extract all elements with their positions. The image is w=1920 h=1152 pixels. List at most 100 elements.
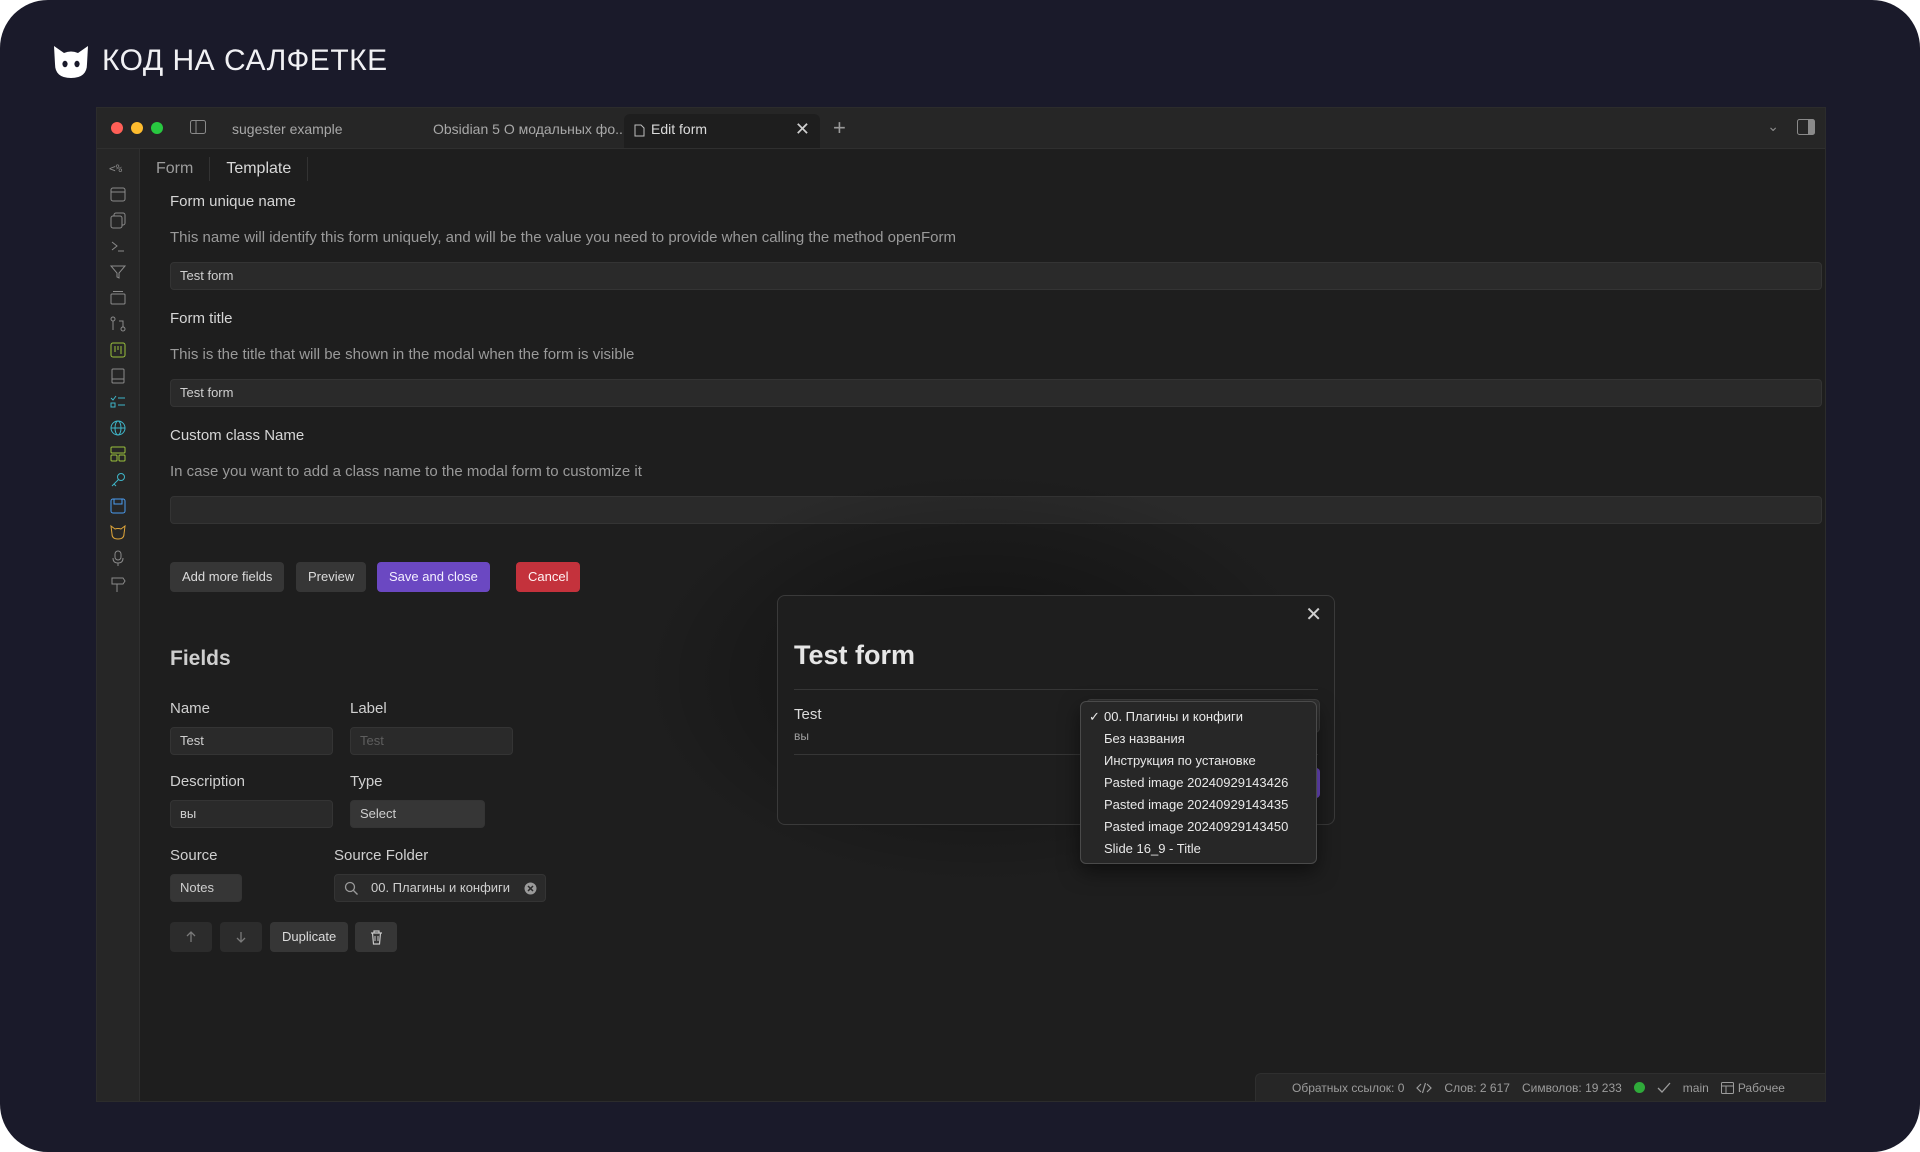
modal-field-label: Test: [794, 706, 822, 723]
ribbon: <%: [97, 149, 140, 1101]
fields-heading: Fields: [170, 647, 231, 670]
maximize-window-button[interactable]: [151, 122, 163, 134]
cat-logo-icon: [54, 46, 88, 78]
obsidian-window: sugester example Obsidian 5 О модальных …: [96, 107, 1826, 1102]
dropdown-option[interactable]: ✓ 00. Плагины и конфиги: [1081, 706, 1316, 728]
tab-sugester-example[interactable]: sugester example: [232, 114, 422, 144]
close-window-button[interactable]: [111, 122, 123, 134]
dropdown-option[interactable]: Slide 16_9 - Title: [1081, 838, 1316, 860]
dropdown-option[interactable]: Инструкция по установке: [1081, 750, 1316, 772]
custom-class-description: In case you want to add a class name to …: [170, 463, 642, 480]
kanban-icon[interactable]: [108, 340, 128, 360]
source-folder-value: 00. Плагины и конфиги: [371, 880, 511, 895]
tab-edit-form[interactable]: Edit form ✕: [624, 114, 820, 148]
code-icon: [1416, 1082, 1433, 1093]
svg-text:<%: <%: [109, 162, 123, 175]
move-down-button[interactable]: [220, 922, 262, 952]
terminal-icon[interactable]: [108, 236, 128, 256]
layers-icon[interactable]: [108, 288, 128, 308]
clear-icon[interactable]: [524, 882, 537, 895]
cat-plugin-icon[interactable]: [108, 522, 128, 542]
add-more-fields-button[interactable]: Add more fields: [170, 562, 285, 592]
field-source-select[interactable]: Notes: [170, 874, 242, 902]
field-name-label: Name: [170, 700, 211, 717]
signpost-icon[interactable]: [108, 574, 128, 594]
tab-template[interactable]: Template: [226, 157, 309, 181]
close-tab-icon[interactable]: ✕: [795, 114, 810, 144]
promo-frame: КОД НА САЛФЕТКЕ sugester example Obsidia…: [0, 0, 1920, 1152]
form-name-input[interactable]: Test form: [170, 262, 1822, 290]
tab-edit-form-label: Edit form: [651, 121, 708, 137]
char-count: Символов: 19 233: [1521, 1080, 1622, 1095]
field-type-label: Type: [350, 773, 383, 790]
word-count: Слов: 2 617: [1444, 1080, 1510, 1095]
field-source-folder-input[interactable]: 00. Плагины и конфиги: [334, 874, 546, 902]
preview-button[interactable]: Preview: [296, 562, 367, 592]
backlinks-count[interactable]: Обратных ссылок: 0: [1292, 1081, 1404, 1095]
brand-name: КОД НА САЛФЕТКЕ: [102, 44, 388, 77]
right-sidebar-toggle-icon[interactable]: [1797, 119, 1815, 135]
git-compare-icon[interactable]: [108, 314, 128, 334]
layout-icon[interactable]: [108, 444, 128, 464]
checkmark-icon: ✓: [1089, 709, 1100, 724]
tab-obsidian-modal[interactable]: Obsidian 5 О модальных фо...: [433, 114, 623, 144]
field-description-label: Description: [170, 773, 246, 790]
form-title-input[interactable]: Test form: [170, 379, 1822, 407]
dropdown-option[interactable]: Pasted image 20240929143435: [1081, 794, 1316, 816]
form-name-label: Form unique name: [170, 193, 296, 210]
filter-icon[interactable]: [108, 262, 128, 282]
book-icon[interactable]: [108, 366, 128, 386]
field-source-label: Source: [170, 847, 218, 864]
arrow-up-icon: [186, 931, 196, 942]
move-up-button[interactable]: [170, 922, 212, 952]
trash-icon: [370, 930, 382, 945]
copy-icon[interactable]: [108, 210, 128, 230]
microphone-icon[interactable]: [108, 548, 128, 568]
git-branch[interactable]: main: [1683, 1081, 1709, 1095]
dropdown-option[interactable]: Без названия: [1081, 728, 1316, 750]
field-description-input[interactable]: вы: [170, 800, 333, 828]
custom-class-label: Custom class Name: [170, 427, 305, 444]
templater-icon[interactable]: <%: [108, 158, 128, 178]
arrow-down-icon: [236, 932, 246, 943]
field-name-input[interactable]: Test: [170, 727, 333, 755]
tab-list-chevron-icon[interactable]: ⌄: [1767, 118, 1779, 135]
dropdown-option[interactable]: Pasted image 20240929143450: [1081, 816, 1316, 838]
globe-icon[interactable]: [108, 418, 128, 438]
modal-divider: [794, 689, 1318, 690]
checkmark-icon: [1657, 1082, 1671, 1093]
field-label-label: Label: [350, 700, 387, 717]
save-icon[interactable]: [108, 496, 128, 516]
modal-field-description: вы: [794, 729, 809, 743]
field-label-input[interactable]: Test: [350, 727, 513, 755]
workspace[interactable]: Рабочее: [1720, 1080, 1785, 1095]
form-name-description: This name will identify this form unique…: [170, 229, 956, 246]
tasks-icon[interactable]: [108, 392, 128, 412]
cancel-button[interactable]: Cancel: [516, 562, 581, 592]
form-title-description: This is the title that will be shown in …: [170, 346, 635, 363]
calendar-icon[interactable]: [108, 184, 128, 204]
modal-close-icon[interactable]: ✕: [1305, 602, 1322, 627]
dropdown-option[interactable]: Pasted image 20240929143426: [1081, 772, 1316, 794]
field-type-select[interactable]: Select: [350, 800, 485, 828]
sync-status-icon[interactable]: [1633, 1082, 1645, 1093]
field-source-folder-label: Source Folder: [334, 847, 429, 864]
select-dropdown: ✓ 00. Плагины и конфиги Без названия Инс…: [1080, 701, 1317, 864]
titlebar: sugester example Obsidian 5 О модальных …: [97, 108, 1825, 149]
editor-subtabs: Form Template: [156, 157, 324, 181]
dropdown-option-label: 00. Плагины и конфиги: [1104, 709, 1244, 724]
duplicate-button[interactable]: Duplicate: [270, 922, 349, 952]
modal-title: Test form: [794, 640, 916, 670]
search-icon: [344, 881, 358, 895]
save-and-close-button[interactable]: Save and close: [377, 562, 490, 592]
workspace-label: Рабочее: [1737, 1080, 1785, 1095]
brand: КОД НА САЛФЕТКЕ: [50, 40, 388, 82]
new-tab-button[interactable]: +: [833, 114, 846, 142]
left-sidebar-toggle-icon[interactable]: [190, 120, 206, 134]
minimize-window-button[interactable]: [131, 122, 143, 134]
delete-field-button[interactable]: [355, 922, 397, 952]
tab-form[interactable]: Form: [156, 157, 211, 181]
key-icon[interactable]: [108, 470, 128, 490]
form-title-label: Form title: [170, 310, 233, 327]
document-icon: [634, 124, 645, 137]
